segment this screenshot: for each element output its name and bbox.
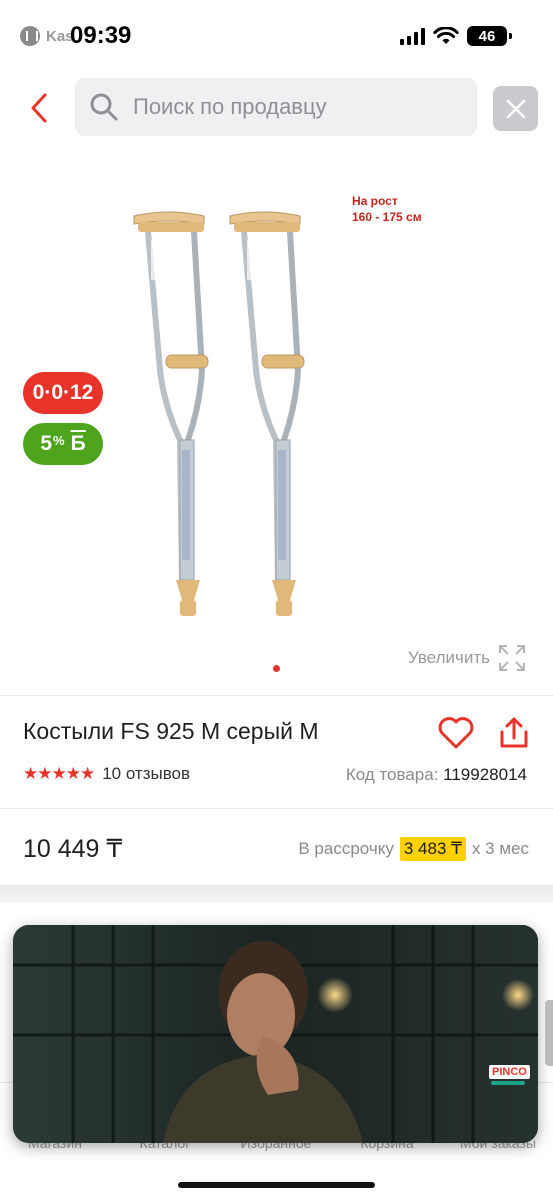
product-gallery[interactable]: На рост 160 - 175 см 0·0·12 5% Б Увеличит… bbox=[0, 150, 553, 690]
product-code-label: Код товара: bbox=[345, 765, 439, 784]
zoom-button[interactable]: Увеличить bbox=[408, 644, 526, 672]
kaspi-logo-icon bbox=[20, 26, 40, 46]
installment-label: В рассрочку bbox=[298, 839, 394, 858]
search-box[interactable] bbox=[75, 78, 477, 136]
bonus-badge: 5% Б bbox=[23, 423, 103, 465]
close-button[interactable] bbox=[493, 86, 538, 131]
rating[interactable]: ★★★★★ 10 отзывов bbox=[23, 764, 190, 784]
product-code: Код товара: 119928014 bbox=[346, 765, 527, 785]
status-time: 09:39 bbox=[70, 22, 132, 49]
back-button[interactable] bbox=[22, 90, 56, 126]
installment-term: х 3 мес bbox=[471, 839, 529, 858]
bonus-currency: Б bbox=[70, 432, 86, 455]
video-ad[interactable]: PINCO bbox=[13, 925, 538, 1143]
ad-video-frame bbox=[13, 925, 538, 1143]
chevron-left-icon bbox=[31, 93, 47, 123]
zoom-label: Увеличить bbox=[408, 648, 490, 667]
product-title: Костыли FS 925 M серый M bbox=[23, 718, 319, 744]
rating-stars: ★★★★★ bbox=[23, 764, 95, 783]
battery-indicator: 46 bbox=[467, 26, 512, 46]
side-handle[interactable] bbox=[545, 1000, 553, 1066]
status-app-indicator: Kas bbox=[20, 26, 74, 46]
installment-info: В рассрочку 3 483 ₸ х 3 мес bbox=[298, 837, 529, 861]
product-page: Kas 09:39 46 Поиск по продавцу На рост 1… bbox=[0, 0, 553, 1200]
ad-brand-bar bbox=[491, 1081, 525, 1085]
share-button[interactable] bbox=[494, 713, 534, 753]
product-code-value: 119928014 bbox=[443, 765, 527, 784]
ad-brand-logo: PINCO bbox=[489, 1065, 530, 1079]
heart-icon bbox=[438, 717, 474, 749]
installment-badge: 0·0·12 bbox=[23, 372, 103, 414]
bonus-percent: % bbox=[53, 432, 65, 448]
divider bbox=[0, 808, 553, 809]
search-header bbox=[0, 78, 553, 140]
wifi-icon bbox=[433, 27, 459, 44]
carousel-dot-active bbox=[273, 665, 280, 672]
installment-amount: 3 483 ₸ bbox=[399, 837, 466, 861]
section-separator bbox=[0, 885, 553, 903]
search-icon bbox=[90, 93, 118, 121]
search-input[interactable] bbox=[133, 94, 463, 120]
expand-icon bbox=[499, 645, 525, 671]
height-note: На рост 160 - 175 см bbox=[352, 193, 422, 225]
height-note-line2: 160 - 175 см bbox=[352, 210, 422, 224]
close-icon bbox=[506, 99, 525, 118]
crutches-image bbox=[133, 211, 305, 616]
bonus-value: 5 bbox=[40, 432, 53, 455]
favorite-button[interactable] bbox=[436, 713, 476, 753]
share-icon bbox=[500, 717, 528, 748]
reviews-link[interactable]: 10 отзывов bbox=[102, 764, 190, 784]
height-note-line1: На рост bbox=[352, 194, 398, 208]
divider bbox=[0, 695, 553, 696]
status-bar: Kas 09:39 46 bbox=[0, 0, 553, 70]
status-icons: 46 bbox=[400, 26, 512, 46]
signal-icon bbox=[400, 27, 425, 45]
home-indicator[interactable] bbox=[178, 1182, 375, 1188]
price: 10 449 ₸ bbox=[23, 835, 123, 863]
